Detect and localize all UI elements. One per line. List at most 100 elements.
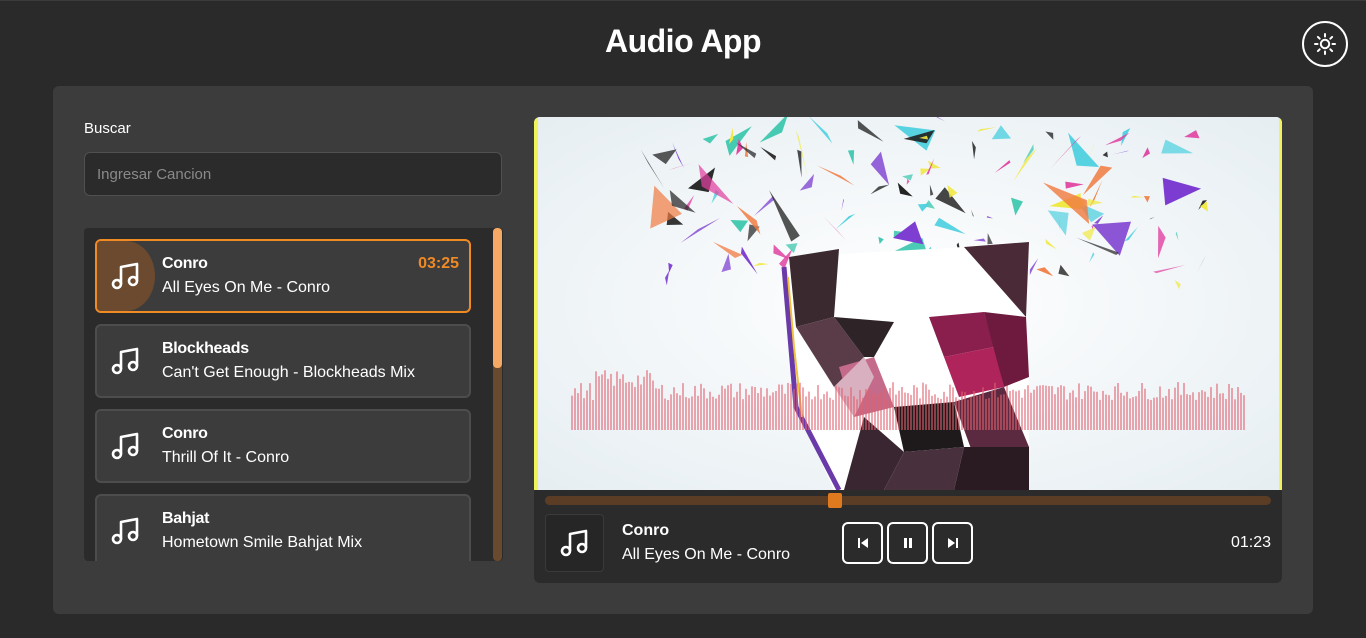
app-title: Audio App	[604, 23, 762, 59]
waveform-bar	[1165, 395, 1167, 430]
waveform-bar	[820, 399, 822, 430]
waveform-bar	[691, 396, 693, 430]
waveform-bar	[772, 392, 774, 430]
waveform-bar	[1126, 391, 1128, 430]
progress-bar[interactable]	[545, 493, 1271, 508]
waveform-bar	[1090, 386, 1092, 430]
waveform-bar	[643, 376, 645, 430]
waveform-bar	[613, 385, 615, 430]
waveform-bar	[688, 398, 690, 430]
waveform-bar	[871, 392, 873, 430]
waveform-bar	[595, 371, 597, 430]
waveform-bar	[634, 386, 636, 430]
waveform-bar	[1213, 397, 1215, 430]
waveform-bar	[1141, 382, 1143, 430]
waveform-bar	[997, 397, 999, 430]
song-title: Hometown Smile Bahjat Mix	[162, 534, 363, 551]
waveform-bar	[796, 383, 798, 430]
waveform-bar	[874, 393, 876, 430]
waveform-bar	[1228, 384, 1230, 430]
next-button[interactable]	[932, 522, 973, 564]
list-item[interactable]: Conro All Eyes On Me - Conro 03:25	[95, 239, 471, 313]
waveform-bar	[757, 393, 759, 430]
waveform-bar	[1009, 391, 1011, 430]
waveform-bar	[832, 399, 834, 430]
waveform-bar	[1153, 397, 1155, 430]
waveform-bar	[1195, 399, 1197, 430]
waveform-bar	[706, 398, 708, 430]
waveform-bar	[1066, 399, 1068, 430]
search-input[interactable]	[84, 152, 502, 196]
waveform-bar	[1117, 382, 1119, 430]
waveform-bar	[1204, 391, 1206, 430]
waveform-bar	[697, 395, 699, 430]
waveform-bar	[790, 383, 792, 430]
waveform-bar	[631, 382, 633, 430]
waveform-bar	[1219, 393, 1221, 430]
waveform-bar	[934, 394, 936, 430]
waveform-bar	[1033, 389, 1035, 430]
waveform-bar	[775, 390, 777, 430]
pause-button[interactable]	[887, 522, 928, 564]
waveform-bar	[964, 391, 966, 430]
waveform-bar	[1150, 399, 1152, 430]
music-note-icon	[111, 347, 139, 375]
waveform-bar	[1015, 391, 1017, 430]
waveform-bar	[694, 385, 696, 430]
waveform-bar	[703, 388, 705, 430]
album-art-image	[534, 117, 1282, 490]
waveform-bar	[1231, 387, 1233, 430]
waveform-bar	[685, 397, 687, 430]
music-note-icon	[111, 517, 139, 545]
waveform-bar	[817, 385, 819, 430]
waveform-bar	[853, 396, 855, 430]
waveform-bar	[1132, 397, 1134, 430]
waveform-bar	[751, 386, 753, 430]
list-item[interactable]: Blockheads Can't Get Enough - Blockheads…	[95, 324, 471, 398]
progress-thumb[interactable]	[828, 493, 843, 508]
waveform-bar	[895, 394, 897, 430]
song-list-scrollbar-thumb[interactable]	[493, 228, 502, 368]
waveform-bar	[1105, 394, 1107, 430]
waveform-bar	[724, 388, 726, 430]
waveform-bar	[601, 374, 603, 430]
theme-toggle-button[interactable]	[1302, 21, 1348, 67]
list-item[interactable]: Conro Thrill Of It - Conro	[95, 409, 471, 483]
waveform-bar	[1114, 386, 1116, 430]
waveform-bar	[1120, 392, 1122, 430]
previous-button[interactable]	[842, 522, 883, 564]
waveform-bar	[880, 392, 882, 430]
waveform-bar	[913, 385, 915, 430]
waveform-bar	[733, 397, 735, 430]
waveform-bar	[1027, 385, 1029, 430]
album-artwork	[534, 117, 1282, 490]
waveform-bar	[1183, 382, 1185, 430]
waveform-bar	[1108, 395, 1110, 430]
waveform-bar	[766, 388, 768, 430]
waveform-bar	[1003, 394, 1005, 430]
skip-previous-icon	[857, 538, 868, 548]
waveform-bar	[1144, 388, 1146, 430]
waveform-bar	[1024, 389, 1026, 430]
song-title: All Eyes On Me - Conro	[162, 279, 331, 296]
waveform-bar	[1138, 390, 1140, 430]
waveform-bar	[1054, 394, 1056, 430]
waveform-bar	[622, 374, 624, 430]
now-playing-title: All Eyes On Me - Conro	[622, 546, 791, 563]
waveform-bar	[640, 384, 642, 430]
waveform-bar	[712, 396, 714, 430]
song-list: Conro All Eyes On Me - Conro 03:25 Block…	[84, 228, 503, 561]
waveform-bar	[589, 383, 591, 430]
waveform-bar	[916, 387, 918, 430]
waveform-bar	[943, 391, 945, 430]
waveform-bar	[928, 389, 930, 430]
waveform-bar	[598, 376, 600, 430]
waveform-bar	[1186, 394, 1188, 430]
list-item[interactable]: Bahjat Hometown Smile Bahjat Mix	[95, 494, 471, 561]
waveform-bar	[1174, 387, 1176, 430]
waveform-bar	[859, 390, 861, 430]
waveform-bar	[769, 395, 771, 430]
waveform-bar	[1078, 383, 1080, 430]
waveform-bar	[847, 396, 849, 430]
song-icon-wrap	[97, 411, 155, 481]
